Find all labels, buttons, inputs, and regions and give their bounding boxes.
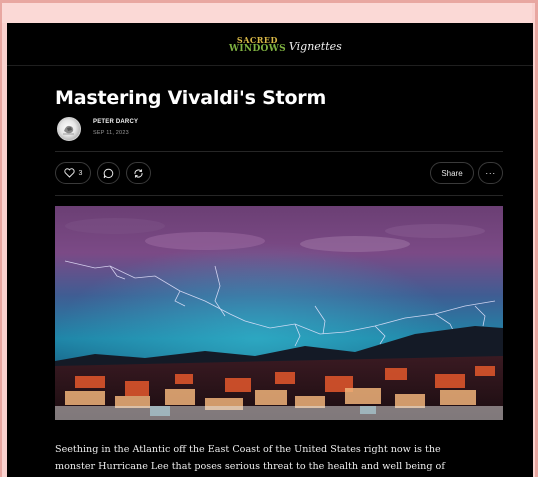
heart-icon bbox=[63, 168, 75, 178]
logo-script: Vignettes bbox=[288, 39, 342, 53]
body-line: monster Hurricane Lee that poses serious… bbox=[55, 461, 445, 472]
share-button[interactable]: Share bbox=[430, 162, 474, 184]
divider bbox=[55, 151, 503, 152]
post-date: SEP 11, 2023 bbox=[93, 130, 129, 136]
comment-button[interactable] bbox=[97, 162, 120, 184]
top-band bbox=[2, 3, 532, 23]
ellipsis-icon[interactable]: ··· bbox=[478, 162, 503, 184]
like-count: 3 bbox=[78, 169, 83, 177]
hero-image bbox=[55, 206, 503, 420]
author-avatar[interactable] bbox=[57, 117, 81, 141]
body-line: Seething in the Atlantic off the East Co… bbox=[55, 444, 441, 455]
post-body: Seething in the Atlantic off the East Co… bbox=[55, 441, 515, 475]
restack-icon bbox=[134, 168, 143, 178]
storm-image bbox=[55, 206, 503, 420]
post-title: Mastering Vivaldi's Storm bbox=[55, 87, 327, 109]
divider bbox=[55, 195, 503, 196]
logo-line2: WINDOWS bbox=[229, 44, 286, 54]
avatar-figure-icon bbox=[63, 125, 74, 135]
restack-button[interactable] bbox=[126, 162, 151, 184]
logo-mark: SACRED WINDOWS bbox=[229, 36, 286, 54]
site-header: SACRED WINDOWS Vignettes bbox=[7, 23, 533, 66]
author-name[interactable]: PETER DARCY bbox=[93, 119, 138, 125]
post-page: SACRED WINDOWS Vignettes Mastering Vival… bbox=[7, 23, 533, 477]
comment-icon bbox=[103, 168, 114, 178]
like-button[interactable]: 3 bbox=[55, 162, 91, 184]
site-logo[interactable]: SACRED WINDOWS Vignettes bbox=[229, 34, 342, 56]
